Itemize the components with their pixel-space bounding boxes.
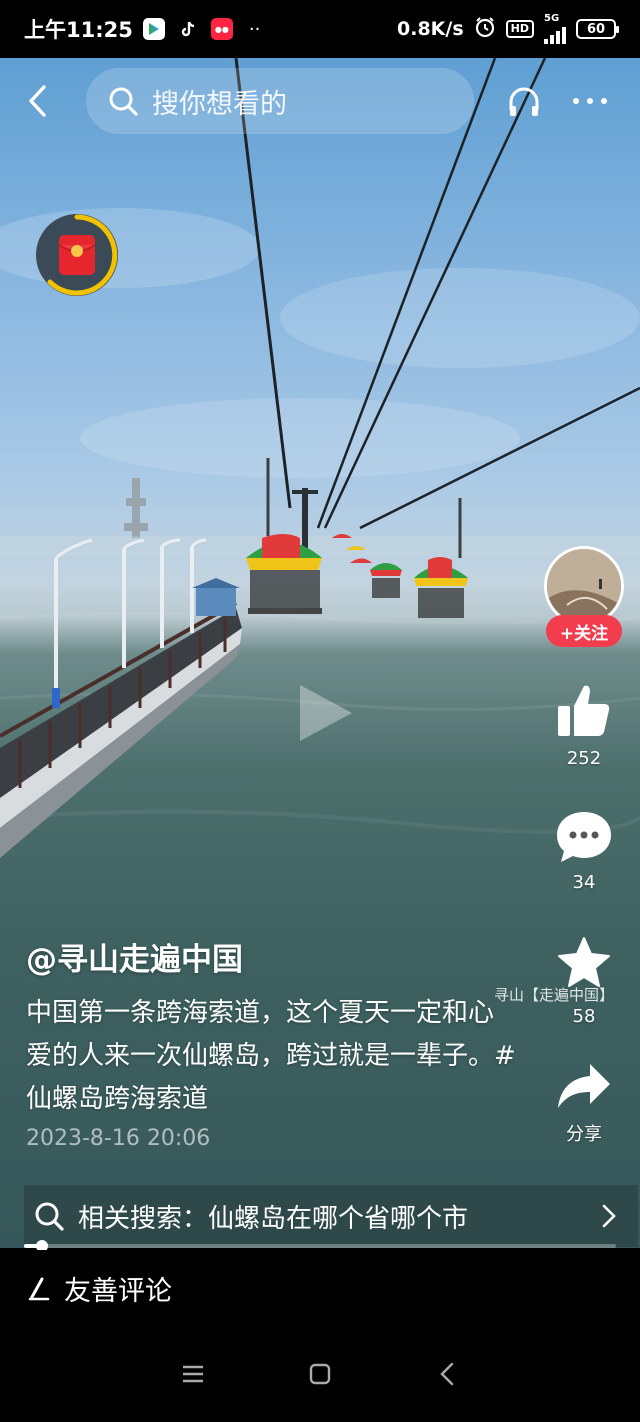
home-square-icon (309, 1363, 331, 1385)
pencil-icon (28, 1277, 50, 1301)
recent-apps-button[interactable] (173, 1354, 213, 1394)
tiktok-icon (176, 18, 199, 40)
like-button[interactable]: 252 (544, 682, 624, 769)
network-speed: 0.8K/s (397, 18, 464, 40)
signal-label: 5G (544, 13, 560, 24)
search-icon (35, 1202, 64, 1231)
notification-icons: ●● ·· (142, 18, 261, 40)
more-dots-icon (573, 98, 607, 104)
author-name[interactable]: @寻山走遍中国 (26, 934, 243, 979)
related-search-bar[interactable]: 相关搜索：仙螺岛在哪个省哪个市 (24, 1185, 638, 1247)
avatar-image (547, 549, 621, 623)
xiaohongshu-icon: ●● (210, 18, 233, 40)
headphones-icon (509, 87, 539, 116)
menu-icon (183, 1365, 204, 1383)
search-input[interactable]: 搜你想看的 (86, 68, 474, 134)
play-button[interactable] (296, 681, 356, 745)
comment-placeholder: 友善评论 (64, 1275, 172, 1307)
back-arrow-icon (29, 85, 46, 117)
battery-icon: 60 (576, 19, 619, 39)
home-button[interactable] (300, 1354, 340, 1394)
favorite-count: 58 (572, 1006, 596, 1027)
star-icon (558, 937, 610, 987)
comment-button[interactable]: 34 (544, 810, 624, 893)
system-navigation-bar (0, 1326, 640, 1422)
chevron-right-icon (602, 1204, 616, 1228)
search-placeholder: 搜你想看的 (152, 88, 287, 120)
more-notifications-icon: ·· (248, 18, 261, 40)
status-bar: 上午11:25 ●● ·· 0.8K/s HD 5G 60 (0, 0, 640, 58)
author-avatar[interactable] (544, 546, 624, 626)
back-button[interactable] (18, 81, 58, 121)
red-packet-progress-ring (47, 214, 118, 296)
system-indicators: 0.8K/s HD 5G 60 (397, 14, 619, 44)
listen-button[interactable] (502, 79, 546, 123)
post-date: 2023-8-16 20:06 (26, 1126, 211, 1151)
comment-input[interactable]: 友善评论 (0, 1250, 640, 1326)
back-chevron-icon (439, 1362, 453, 1386)
red-packet-button[interactable] (36, 214, 118, 296)
battery-level: 60 (586, 21, 606, 37)
status-time: 上午11:25 (24, 18, 133, 42)
comment-count: 34 (572, 872, 596, 893)
system-back-button[interactable] (427, 1354, 467, 1394)
follow-button[interactable]: +关注 (546, 615, 622, 647)
video-description[interactable]: 中国第一条跨海索道，这个夏天一定和心爱的人来一次仙螺岛，跨过就是一辈子。#仙螺岛… (26, 992, 516, 1121)
related-search-text: 相关搜索：仙螺岛在哪个省哪个市 (78, 1203, 469, 1234)
favorite-button[interactable]: 58 (544, 936, 624, 1027)
like-count: 252 (566, 748, 602, 769)
signal-icon: 5G (544, 14, 566, 44)
share-button[interactable]: 分享 (544, 1062, 624, 1146)
more-button[interactable] (570, 81, 610, 121)
share-label: 分享 (566, 1124, 602, 1145)
play-store-icon (142, 18, 165, 40)
alarm-icon (474, 16, 496, 43)
share-arrow-icon (558, 1064, 610, 1108)
hd-badge: HD (505, 20, 534, 38)
video-progress-bar[interactable] (24, 1240, 616, 1252)
gondola-mid (370, 563, 402, 598)
comment-bubble-icon (557, 812, 611, 862)
gondola-right (414, 498, 468, 618)
top-bar: 搜你想看的 (0, 68, 640, 134)
thumbs-up-icon (558, 685, 610, 736)
search-icon (109, 87, 138, 116)
